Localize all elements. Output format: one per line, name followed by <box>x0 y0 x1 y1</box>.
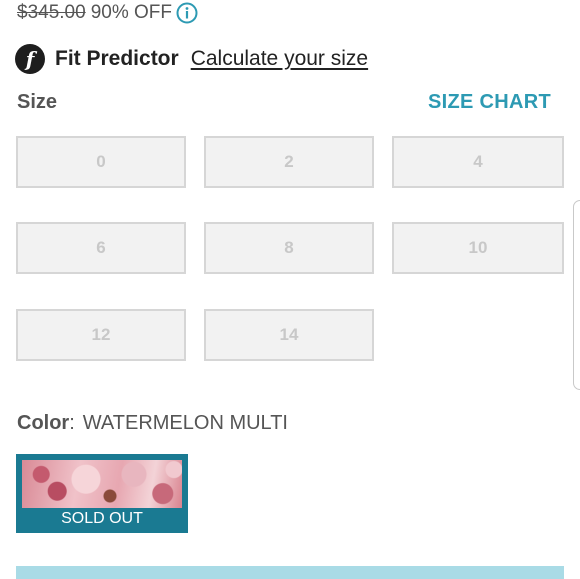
size-option-12[interactable]: 12 <box>16 309 186 361</box>
discount-label: 90% OFF <box>90 2 172 23</box>
fit-predictor-title: Fit Predictor <box>55 47 179 70</box>
color-separator: : <box>69 412 75 434</box>
add-to-bag-button[interactable] <box>16 566 564 579</box>
swatch-pattern-image <box>22 460 182 508</box>
color-value: WATERMELON MULTI <box>82 412 288 434</box>
size-option-10[interactable]: 10 <box>392 222 564 274</box>
sold-out-badge: SOLD OUT <box>61 509 143 527</box>
price-row: $345.00 90% OFF <box>17 0 198 28</box>
scroll-handle[interactable] <box>573 200 580 390</box>
size-option-6[interactable]: 6 <box>16 222 186 274</box>
size-option-14[interactable]: 14 <box>204 309 374 361</box>
info-circle-icon[interactable] <box>176 2 198 24</box>
original-price: $345.00 <box>17 2 86 23</box>
color-label: Color <box>17 412 70 434</box>
fit-predictor: f Fit Predictor Calculate your size <box>15 42 368 76</box>
size-label: Size <box>17 91 58 113</box>
color-row: Color: WATERMELON MULTI <box>17 412 288 435</box>
calculate-size-link[interactable]: Calculate your size <box>191 47 368 71</box>
fit-predictor-logo-icon: f <box>15 44 45 74</box>
size-chart-link[interactable]: SIZE CHART <box>428 91 551 114</box>
size-option-8[interactable]: 8 <box>204 222 374 274</box>
size-option-0[interactable]: 0 <box>16 136 186 188</box>
size-option-4[interactable]: 4 <box>392 136 564 188</box>
color-swatch-watermelon-multi[interactable]: SOLD OUT <box>16 454 188 533</box>
size-option-2[interactable]: 2 <box>204 136 374 188</box>
product-options-page: $345.00 90% OFF f Fit Predictor Calculat… <box>0 0 580 579</box>
